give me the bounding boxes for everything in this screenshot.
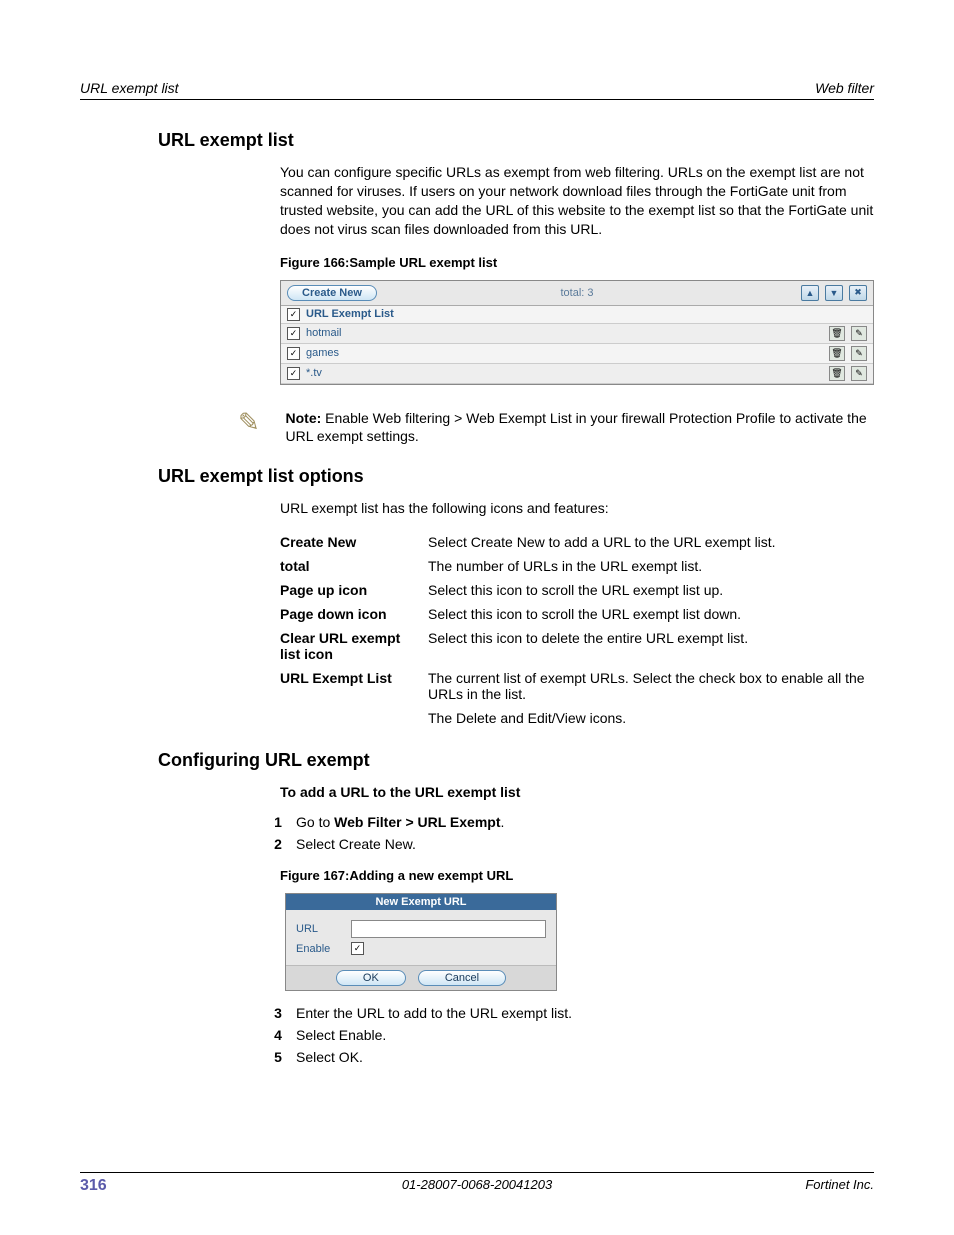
step-body: Select Create New. [296, 836, 874, 852]
note-block: ✎ Note: Enable Web filtering > Web Exemp… [238, 409, 874, 447]
note-icon: ✎ [238, 409, 268, 435]
table-row: Clear URL exempt list iconSelect this ic… [280, 626, 874, 666]
page-header: URL exempt list Web filter [80, 80, 874, 100]
step-body: Enter the URL to add to the URL exempt l… [296, 1005, 874, 1021]
config-subheading: To add a URL to the URL exempt list [280, 783, 874, 802]
url-input[interactable] [351, 920, 546, 938]
clear-list-icon[interactable]: ✖ [849, 285, 867, 301]
delete-icon[interactable]: 🗑 [829, 346, 845, 361]
edit-icon[interactable]: ✎ [851, 366, 867, 381]
header-right: Web filter [815, 80, 874, 96]
heading-configuring: Configuring URL exempt [158, 750, 874, 771]
create-new-button[interactable]: Create New [287, 285, 377, 301]
page-footer: 316 01-28007-0068-20041203 Fortinet Inc. [80, 1172, 874, 1195]
table-row: Page down iconSelect this icon to scroll… [280, 602, 874, 626]
list-item: hotmail [306, 327, 341, 339]
figure-167-dialog: New Exempt URL URL Enable OK Cancel [285, 893, 557, 991]
step-number: 3 [260, 1005, 296, 1021]
enable-checkbox[interactable] [351, 942, 364, 955]
enable-label: Enable [296, 943, 351, 955]
list-item: *.tv [306, 367, 322, 379]
step: 3 Enter the URL to add to the URL exempt… [260, 1005, 874, 1021]
url-label: URL [296, 923, 351, 935]
dialog-title: New Exempt URL [286, 894, 556, 910]
row-checkbox[interactable] [287, 347, 300, 360]
step-body: Select Enable. [296, 1027, 874, 1043]
header-left: URL exempt list [80, 80, 179, 96]
delete-icon[interactable]: 🗑 [829, 366, 845, 381]
page-up-icon[interactable]: ▲ [801, 285, 819, 301]
figure-166-caption: Figure 166:Sample URL exempt list [280, 255, 874, 270]
ok-button[interactable]: OK [336, 970, 406, 986]
options-table: Create NewSelect Create New to add a URL… [280, 530, 874, 730]
note-body: Enable Web filtering > Web Exempt List i… [286, 410, 867, 445]
list-item: games [306, 347, 339, 359]
step: 4 Select Enable. [260, 1027, 874, 1043]
step-body: Go to Web Filter > URL Exempt. [296, 814, 874, 830]
footer-doc-id: 01-28007-0068-20041203 [402, 1177, 552, 1192]
row-checkbox[interactable] [287, 367, 300, 380]
figure-166-table: Create New total: 3 ▲ ▼ ✖ URL Exempt Lis… [280, 280, 874, 385]
heading-options: URL exempt list options [158, 466, 874, 487]
total-count: total: 3 [560, 287, 593, 299]
step-number: 2 [260, 836, 296, 852]
step-number: 5 [260, 1049, 296, 1065]
step-body: Select OK. [296, 1049, 874, 1065]
options-intro: URL exempt list has the following icons … [280, 499, 874, 518]
table-row: totalThe number of URLs in the URL exemp… [280, 554, 874, 578]
table-row: Create NewSelect Create New to add a URL… [280, 530, 874, 554]
row-checkbox[interactable] [287, 327, 300, 340]
figure-167-caption: Figure 167:Adding a new exempt URL [280, 868, 874, 883]
edit-icon[interactable]: ✎ [851, 346, 867, 361]
step: 2 Select Create New. [260, 836, 874, 852]
step: 1 Go to Web Filter > URL Exempt. [260, 814, 874, 830]
step-number: 1 [260, 814, 296, 830]
table-row: The Delete and Edit/View icons. [280, 706, 874, 730]
page-down-icon[interactable]: ▼ [825, 285, 843, 301]
intro-paragraph: You can configure specific URLs as exemp… [280, 163, 874, 239]
cancel-button[interactable]: Cancel [418, 970, 506, 986]
heading-url-exempt-list: URL exempt list [158, 130, 874, 151]
table-row: URL Exempt ListThe current list of exemp… [280, 666, 874, 706]
table-row: Page up iconSelect this icon to scroll t… [280, 578, 874, 602]
page-number: 316 [80, 1177, 107, 1195]
enable-all-checkbox[interactable] [287, 308, 300, 321]
step: 5 Select OK. [260, 1049, 874, 1065]
footer-company: Fortinet Inc. [805, 1177, 874, 1195]
step-number: 4 [260, 1027, 296, 1043]
edit-icon[interactable]: ✎ [851, 326, 867, 341]
note-label: Note: [286, 410, 322, 426]
list-header-label: URL Exempt List [306, 308, 394, 320]
delete-icon[interactable]: 🗑 [829, 326, 845, 341]
